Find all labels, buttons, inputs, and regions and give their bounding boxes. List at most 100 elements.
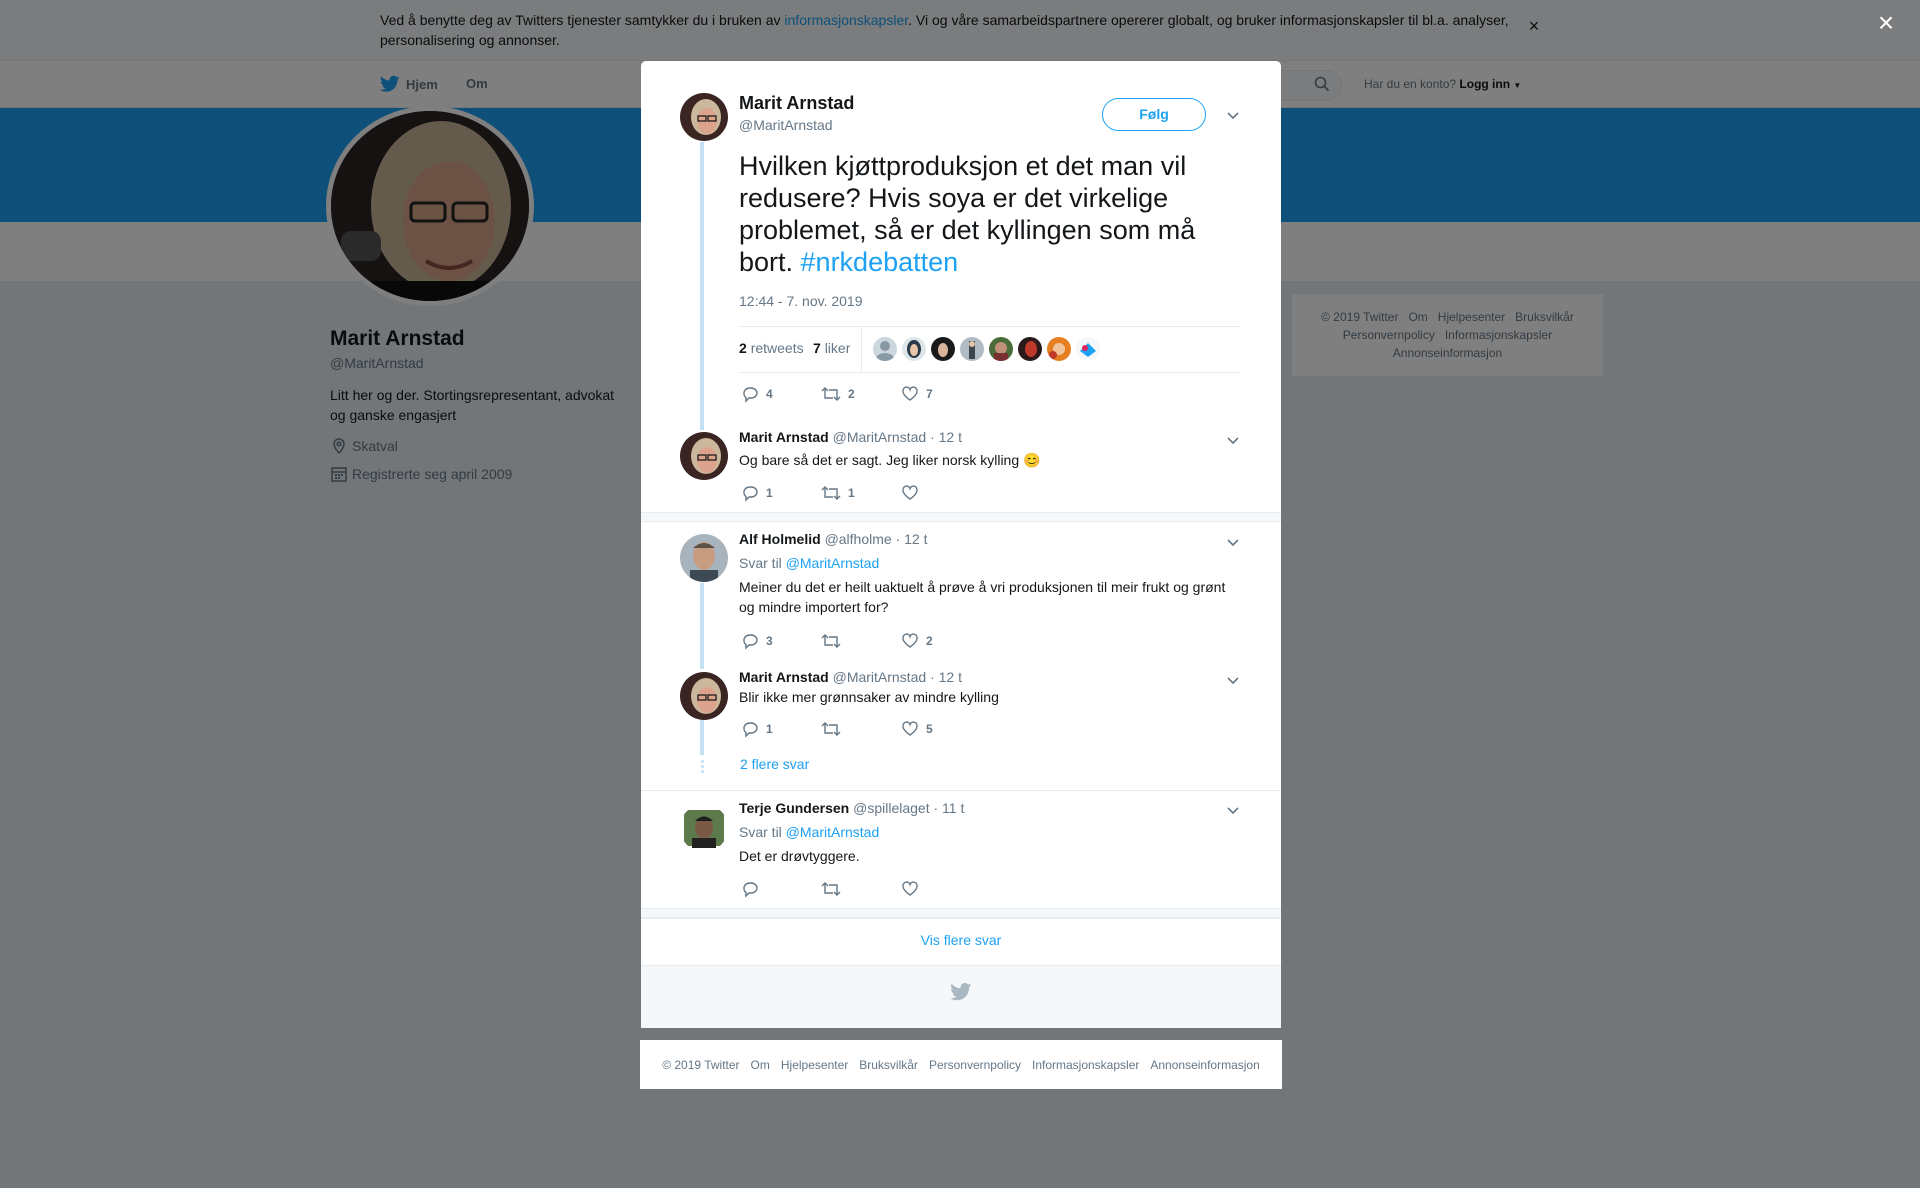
reply-time[interactable]: · 12 t (930, 429, 962, 445)
chevron-down-icon[interactable] (1225, 672, 1241, 688)
reply-avatar[interactable] (680, 672, 728, 720)
thread-line (700, 583, 704, 669)
reply-author-handle[interactable]: @alfholme (825, 531, 892, 547)
stats-divider (861, 327, 862, 373)
liker-avatar[interactable] (1018, 337, 1042, 361)
reply-author-name[interactable]: Terje Gundersen (739, 800, 849, 816)
footer-privacy[interactable]: Personvernpolicy (929, 1058, 1021, 1072)
reply-author-handle[interactable]: @MaritArnstad (833, 429, 927, 445)
heart-icon (902, 386, 918, 401)
retweet-label: retweets (750, 340, 804, 356)
divider (641, 790, 1281, 791)
liker-avatars (873, 337, 1100, 361)
liker-avatar[interactable] (1076, 337, 1100, 361)
reply-avatar[interactable] (680, 804, 728, 852)
retweet-icon (821, 387, 841, 401)
reply-to-link[interactable]: @MaritArnstad (786, 824, 880, 840)
reply-text: Meiner du det er heilt uaktuelt å prøve … (739, 579, 1226, 615)
thread-line (700, 142, 704, 430)
reply-to-label: Svar til (739, 555, 782, 571)
retweet-icon (821, 882, 841, 896)
reply-author-name[interactable]: Marit Arnstad (739, 669, 829, 685)
hashtag-link[interactable]: #nrkdebatten (801, 247, 959, 277)
footer-terms[interactable]: Bruksvilkår (859, 1058, 918, 1072)
main-tweet-text: Hvilken kjøttproduksjon et det man vil r… (739, 150, 1239, 278)
reply-action[interactable]: 1 (741, 720, 821, 738)
chevron-down-icon[interactable] (1225, 107, 1241, 123)
follow-button[interactable]: Følg (1102, 98, 1206, 131)
reply-icon (743, 486, 758, 502)
reply-text-body: Og bare så det er sagt. Jeg liker norsk … (739, 452, 1020, 468)
thread-separator (641, 512, 1281, 522)
reply-text: Og bare så det er sagt. Jeg liker norsk … (739, 450, 1239, 470)
reply-header: Terje Gundersen @spillelaget · 11 t (739, 800, 964, 816)
close-icon[interactable]: × (1874, 9, 1898, 37)
like-count: 5 (926, 722, 933, 736)
reply-text: Blir ikke mer grønnsaker av mindre kylli… (739, 689, 999, 705)
reply-to: Svar til @MaritArnstad (739, 555, 879, 571)
retweet-icon (821, 634, 841, 648)
like-action[interactable]: 7 (901, 385, 981, 403)
reply-author-name[interactable]: Alf Holmelid (739, 531, 821, 547)
like-action[interactable]: 2 (901, 632, 981, 650)
chevron-down-icon[interactable] (1225, 534, 1241, 550)
reply-icon (743, 387, 758, 403)
reply-action[interactable]: 3 (741, 632, 821, 650)
main-tweet-avatar[interactable] (680, 93, 728, 141)
reply-author-name[interactable]: Marit Arnstad (739, 429, 829, 445)
retweet-action-count: 2 (848, 387, 855, 401)
reply-time[interactable]: · 12 t (896, 531, 928, 547)
twitter-bird-icon (950, 983, 972, 1001)
retweet-icon (821, 486, 841, 500)
retweet-action[interactable] (821, 880, 901, 898)
like-action[interactable]: 5 (901, 720, 981, 738)
liker-avatar[interactable] (902, 337, 926, 361)
reply-count: 1 (766, 722, 773, 736)
main-tweet-author-handle[interactable]: @MaritArnstad (739, 117, 833, 133)
reply-count: 4 (766, 387, 773, 401)
like-action[interactable] (901, 484, 981, 502)
retweet-action[interactable]: 2 (821, 385, 901, 403)
heart-icon (902, 881, 918, 896)
show-more-replies-button[interactable]: Vis flere svar (641, 918, 1281, 965)
chevron-down-icon[interactable] (1225, 432, 1241, 448)
reply-to: Svar til @MaritArnstad (739, 824, 879, 840)
thread-separator (641, 908, 1281, 918)
liker-avatar[interactable] (931, 337, 955, 361)
reply-action[interactable] (741, 880, 821, 898)
reply-action[interactable]: 4 (741, 385, 821, 403)
retweet-action[interactable] (821, 720, 901, 738)
reply-actions: 3 2 (741, 632, 981, 650)
like-action[interactable] (901, 880, 981, 898)
more-replies-link[interactable]: 2 flere svar (740, 756, 809, 772)
reply-action[interactable]: 1 (741, 484, 821, 502)
footer-ads[interactable]: Annonseinformasjon (1150, 1058, 1259, 1072)
chevron-down-icon[interactable] (1225, 802, 1241, 818)
reply-author-handle[interactable]: @spillelaget (853, 800, 929, 816)
retweet-action[interactable]: 1 (821, 484, 901, 502)
liker-avatar[interactable] (960, 337, 984, 361)
main-tweet-author-name[interactable]: Marit Arnstad (739, 93, 854, 114)
footer-copyright: © 2019 Twitter (662, 1057, 740, 1072)
main-tweet-timestamp[interactable]: 12:44 - 7. nov. 2019 (739, 293, 863, 309)
reply-time[interactable]: · 12 t (930, 669, 962, 685)
liker-avatar[interactable] (873, 337, 897, 361)
reply-avatar[interactable] (680, 534, 728, 582)
reply-author-handle[interactable]: @MaritArnstad (833, 669, 927, 685)
like-count: 2 (926, 634, 933, 648)
retweet-action[interactable] (821, 632, 901, 650)
footer-help[interactable]: Hjelpesenter (781, 1058, 848, 1072)
reply-icon (743, 722, 758, 738)
retweet-stat[interactable]: 2 retweets (739, 340, 804, 356)
reply-time[interactable]: · 11 t (933, 800, 964, 816)
liker-avatar[interactable] (1047, 337, 1071, 361)
reply-header: Alf Holmelid @alfholme · 12 t (739, 531, 928, 547)
footer-cookies[interactable]: Informasjonskapsler (1032, 1058, 1139, 1072)
reply-actions: 1 5 (741, 720, 981, 738)
reply-avatar[interactable] (680, 432, 728, 480)
liker-avatar[interactable] (989, 337, 1013, 361)
footer-about[interactable]: Om (751, 1058, 770, 1072)
reply-to-label: Svar til (739, 824, 782, 840)
reply-to-link[interactable]: @MaritArnstad (786, 555, 880, 571)
like-stat[interactable]: 7 liker (813, 340, 850, 356)
